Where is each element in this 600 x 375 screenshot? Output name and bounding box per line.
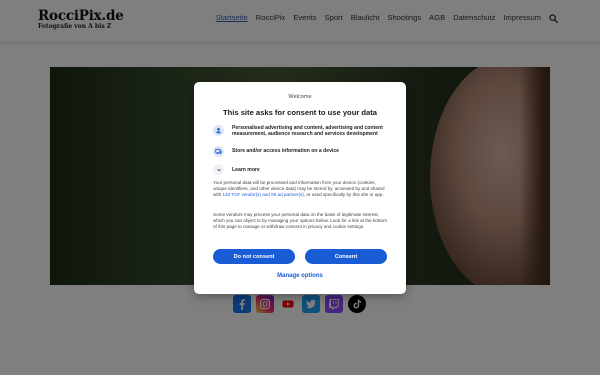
body-text-part: , or used specifically by this site or a… [303,191,384,197]
dialog-title: This site asks for consent to use your d… [222,108,378,117]
purpose-item-storage: Store and/or access information on a dev… [213,146,402,157]
learn-more-label: Learn more [232,166,260,173]
purpose-label: Personalised advertising and content, ad… [232,125,383,138]
legitimate-interest-text: Some vendors may process your personal d… [213,212,387,229]
learn-more-toggle[interactable]: Learn more [213,164,260,175]
consent-body-text: Your personal data will be processed and… [213,180,389,198]
consent-dialog: Welcome This site asks for consent to us… [194,82,406,294]
purpose-label: Store and/or access information on a dev… [232,148,340,154]
person-icon [213,125,224,136]
dialog-welcome: Welcome [288,94,312,100]
device-icon [213,146,224,157]
vendors-link[interactable]: 132 TCF vendor(s) and 65 ad partner(s) [222,192,303,197]
do-not-consent-button[interactable]: Do not consent [213,249,295,264]
consent-button[interactable]: Consent [305,249,387,264]
manage-options-link[interactable]: Manage options [194,273,406,279]
purpose-item-advertising: Personalised advertising and content, ad… [213,125,402,138]
chevron-down-icon [213,164,224,175]
